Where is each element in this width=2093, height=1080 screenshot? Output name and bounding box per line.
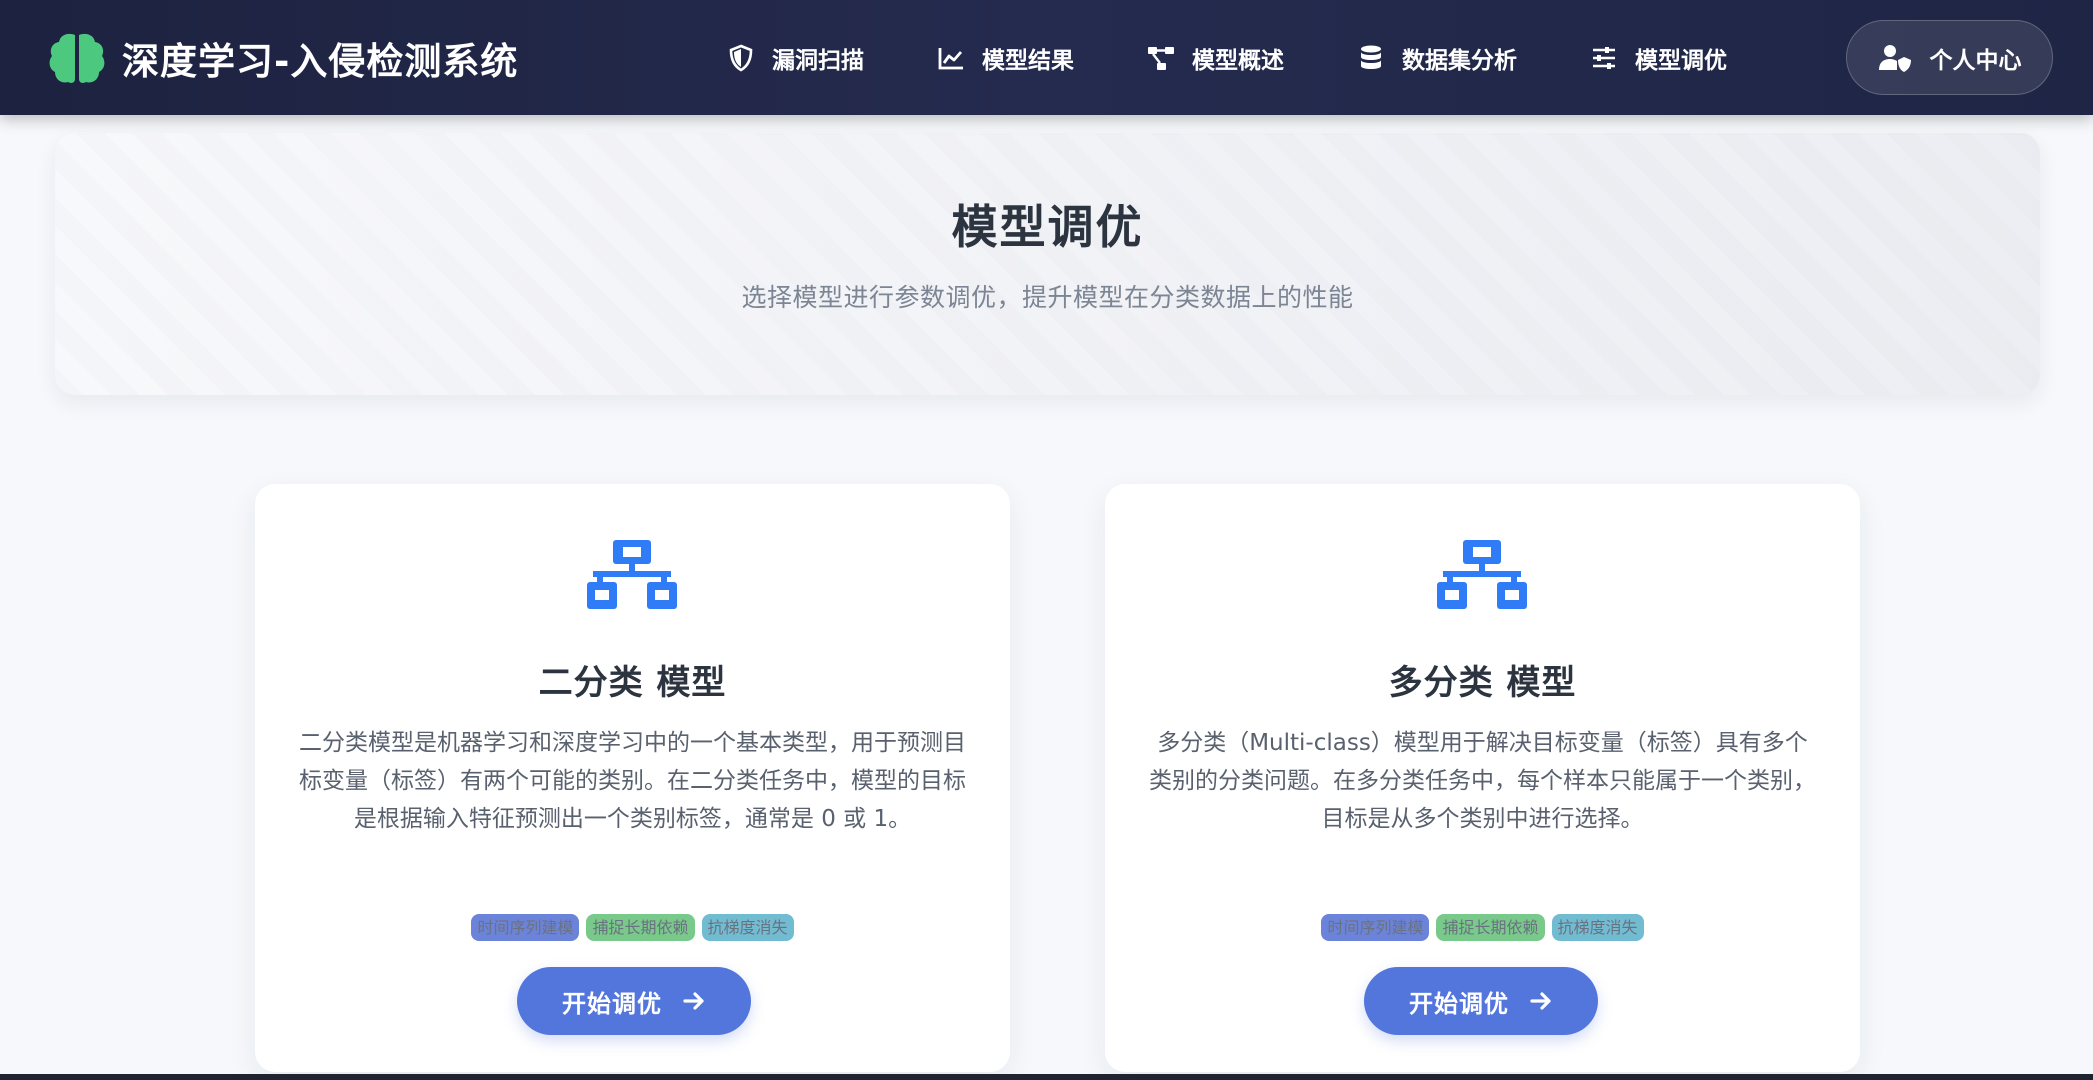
top-navbar: 深度学习-入侵检测系统 漏洞扫描 模型结果 模型概述 数据集分析 模型调优 个人…	[0, 0, 2093, 115]
start-tuning-button[interactable]: 开始调优	[517, 967, 751, 1035]
nav-label: 漏洞扫描	[772, 47, 864, 74]
sliders-icon	[1593, 46, 1615, 69]
tag-anti-vanishing: 抗梯度消失	[1551, 914, 1644, 941]
tag-list: 时间序列建模 捕捉长期依赖 抗梯度消失	[1105, 914, 1860, 941]
binary-model-card: 二分类 模型 二分类模型是机器学习和深度学习中的一个基本类型，用于预测目标变量（…	[255, 484, 1010, 1072]
tag-anti-vanishing: 抗梯度消失	[701, 914, 794, 941]
project-diagram-icon	[1148, 46, 1174, 70]
nav-label: 模型结果	[982, 47, 1074, 74]
start-tuning-button[interactable]: 开始调优	[1364, 967, 1598, 1035]
tag-long-dependency: 捕捉长期依赖	[586, 914, 695, 941]
tag-time-series: 时间序列建模	[471, 914, 580, 941]
nav-model-results[interactable]: 模型结果	[920, 31, 1090, 85]
button-label: 开始调优	[1409, 989, 1509, 1018]
nav-dataset-analysis[interactable]: 数据集分析	[1340, 31, 1533, 85]
page-subtitle: 选择模型进行参数调优，提升模型在分类数据上的性能	[741, 283, 1354, 312]
tag-time-series: 时间序列建模	[1321, 914, 1430, 941]
bottom-edge	[0, 1074, 2093, 1080]
card-title: 多分类 模型	[1388, 663, 1577, 703]
user-center-button[interactable]: 个人中心	[1846, 20, 2053, 95]
tag-list: 时间序列建模 捕捉长期依赖 抗梯度消失	[255, 914, 1010, 941]
line-chart-icon	[938, 47, 963, 69]
sitemap-icon	[1437, 540, 1527, 609]
tag-long-dependency: 捕捉长期依赖	[1436, 914, 1545, 941]
nav-label: 模型概述	[1192, 47, 1284, 74]
button-label: 开始调优	[562, 989, 662, 1018]
nav-model-overview[interactable]: 模型概述	[1130, 31, 1300, 85]
brain-icon	[49, 33, 105, 83]
sitemap-icon	[587, 540, 677, 609]
user-shield-icon	[1878, 44, 1911, 72]
multiclass-model-card: 多分类 模型 多分类（Multi-class）模型用于解决目标变量（标签）具有多…	[1105, 484, 1860, 1072]
nav-label: 数据集分析	[1402, 47, 1517, 74]
app-title: 深度学习-入侵检测系统	[122, 40, 519, 83]
shield-icon	[729, 44, 753, 71]
arrow-right-icon	[683, 992, 704, 1010]
database-icon	[1361, 45, 1381, 69]
user-center-label: 个人中心	[1929, 47, 2022, 74]
nav-label: 模型调优	[1635, 47, 1727, 74]
page-title: 模型调优	[951, 200, 1144, 254]
card-title: 二分类 模型	[538, 663, 727, 703]
brand[interactable]: 深度学习-入侵检测系统	[48, 28, 518, 88]
arrow-right-icon	[1530, 992, 1551, 1010]
card-description: 多分类（Multi-class）模型用于解决目标变量（标签）具有多个类别的分类问…	[1149, 730, 1816, 832]
main-nav: 漏洞扫描 模型结果 模型概述 数据集分析 模型调优	[710, 0, 1743, 115]
page-hero: 模型调优 选择模型进行参数调优，提升模型在分类数据上的性能	[55, 133, 2040, 395]
nav-vulnerability-scan[interactable]: 漏洞扫描	[710, 31, 880, 85]
nav-model-tuning[interactable]: 模型调优	[1573, 31, 1743, 85]
card-description: 二分类模型是机器学习和深度学习中的一个基本类型，用于预测目标变量（标签）有两个可…	[299, 730, 966, 832]
